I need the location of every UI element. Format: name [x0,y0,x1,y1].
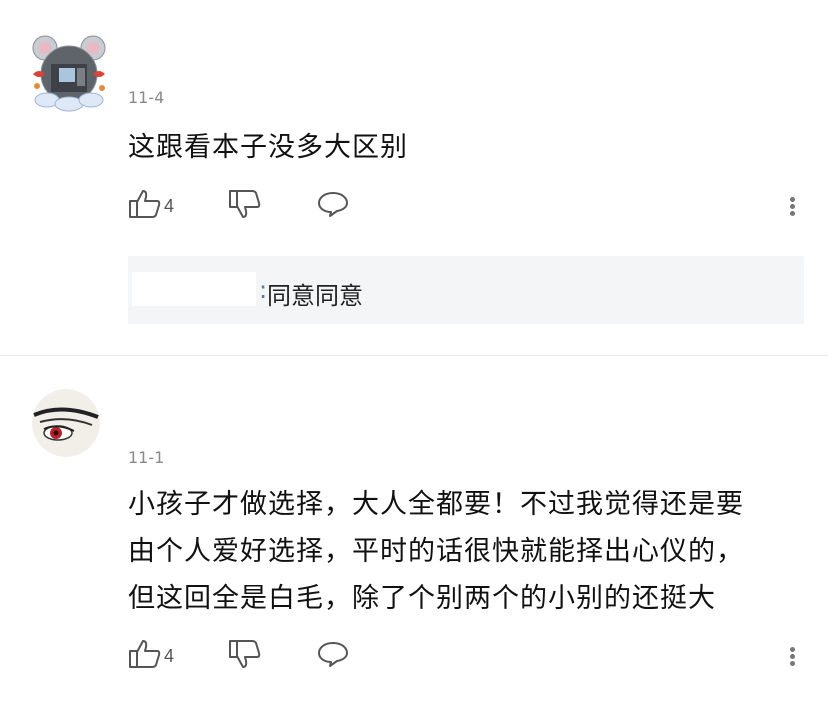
thumbs-down-icon [228,188,262,224]
more-vertical-icon [790,195,795,218]
dislike-button[interactable] [228,188,262,224]
thumbs-up-icon [128,188,162,224]
reply-author-redacted [132,272,256,306]
comment-text-line: 由个人爱好选择，平时的话很快就能择出心仪的， [128,536,744,567]
divider [0,355,828,356]
thumbs-up-icon [128,638,162,674]
like-count: 4 [164,645,175,666]
thumbs-down-icon [228,638,262,674]
avatar[interactable] [27,30,111,114]
like-count: 4 [164,195,175,216]
comment-bubble-icon [316,189,350,223]
avatar[interactable] [32,389,100,457]
comment-text: 这跟看本子没多大区别 [128,132,408,163]
comment-item: 11-4 这跟看本子没多大区别 4: 同意同意 [0,0,828,356]
comment-date: 11-4 [128,88,165,107]
comment-date: 11-1 [128,448,165,467]
reply-separator: : [259,276,268,304]
more-button[interactable] [790,638,808,674]
comment-actions: 4 [128,188,818,224]
reply-button[interactable] [316,638,350,674]
comment-text: 小孩子才做选择，大人全都要！不过我觉得还是要 由个人爱好选择，平时的话很快就能择… [128,481,808,622]
reply-text: 同意同意 [267,282,363,310]
comment-text-line: 但这回全是白毛，除了个别两个的小别的还挺大 [128,583,716,614]
comment-text-line: 小孩子才做选择，大人全都要！不过我觉得还是要 [128,489,744,520]
reply-button[interactable] [316,188,350,224]
more-vertical-icon [790,645,795,668]
comment-actions: 4 [128,638,818,674]
like-button[interactable]: 4 [128,638,174,674]
comment-item: 11-1 小孩子才做选择，大人全都要！不过我觉得还是要 由个人爱好选择，平时的话… [0,357,828,708]
comment-bubble-icon [316,639,350,673]
like-button[interactable]: 4 [128,188,174,224]
dislike-button[interactable] [228,638,262,674]
reply-preview[interactable]: : 同意同意 [128,256,804,324]
more-button[interactable] [790,188,808,224]
